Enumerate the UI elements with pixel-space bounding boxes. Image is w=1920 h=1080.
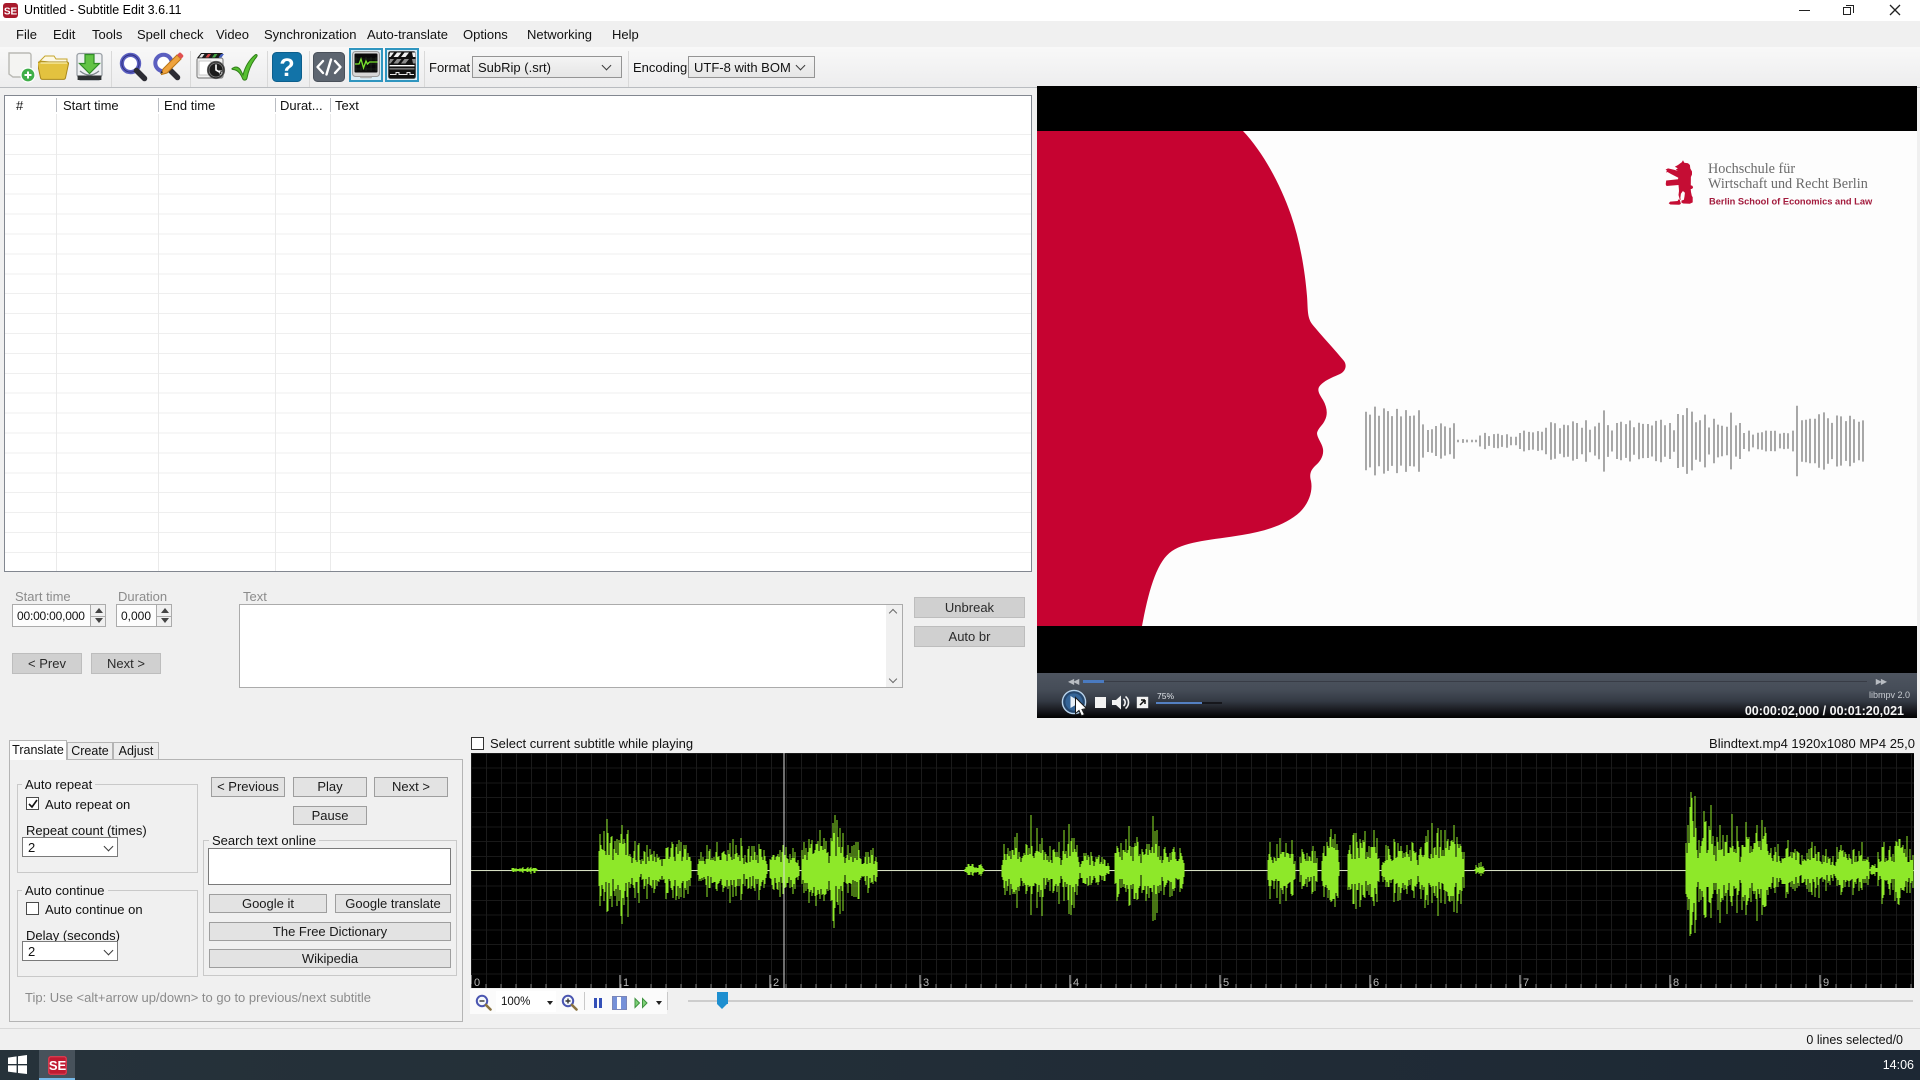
svg-text:7: 7 bbox=[1523, 977, 1529, 988]
svg-text:?: ? bbox=[279, 54, 294, 82]
svg-text:1: 1 bbox=[623, 977, 629, 988]
svg-text:0: 0 bbox=[474, 977, 480, 988]
svg-text:2: 2 bbox=[773, 977, 779, 988]
svg-text:3: 3 bbox=[923, 977, 929, 988]
svg-text:SE: SE bbox=[49, 1058, 67, 1073]
svg-text:6: 6 bbox=[1373, 977, 1379, 988]
svg-text:8: 8 bbox=[1673, 977, 1679, 988]
svg-text:SE: SE bbox=[4, 7, 18, 18]
svg-text:4: 4 bbox=[1073, 977, 1079, 988]
svg-text:Hochschule für: Hochschule für bbox=[1708, 161, 1795, 177]
svg-text:Berlin School of Economics and: Berlin School of Economics and Law bbox=[1709, 197, 1873, 207]
svg-text:9: 9 bbox=[1823, 977, 1829, 988]
svg-text:Wirtschaft und Recht Berlin: Wirtschaft und Recht Berlin bbox=[1708, 176, 1868, 192]
svg-text:5: 5 bbox=[1223, 977, 1229, 988]
